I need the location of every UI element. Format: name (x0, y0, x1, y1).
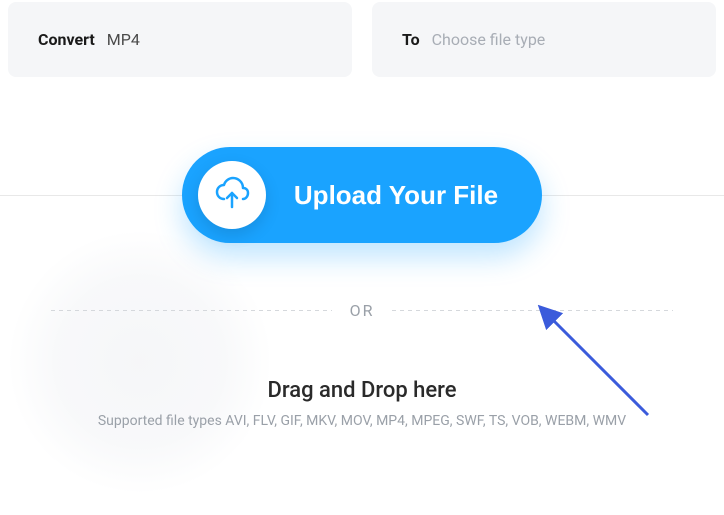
cloud-upload-icon (198, 161, 266, 229)
or-text: OR (350, 301, 375, 320)
dash-left (51, 310, 332, 311)
to-placeholder: Choose file type (432, 30, 546, 49)
supported-types-label: Supported file types AVI, FLV, GIF, MKV,… (98, 413, 626, 429)
to-label: To (402, 30, 420, 49)
drag-drop-label: Drag and Drop here (267, 378, 456, 403)
format-selectors: Convert MP4 To Choose file type (0, 2, 724, 77)
upload-file-button[interactable]: Upload Your File (182, 147, 542, 243)
convert-to-selector[interactable]: To Choose file type (372, 2, 716, 77)
convert-label: Convert (38, 30, 95, 49)
upload-button-label: Upload Your File (294, 180, 498, 211)
convert-value: MP4 (107, 30, 140, 49)
convert-from-selector[interactable]: Convert MP4 (8, 2, 352, 77)
upload-section: Upload Your File OR Drag and Drop here S… (0, 147, 724, 429)
dash-right (392, 310, 673, 311)
or-divider: OR (51, 301, 674, 320)
